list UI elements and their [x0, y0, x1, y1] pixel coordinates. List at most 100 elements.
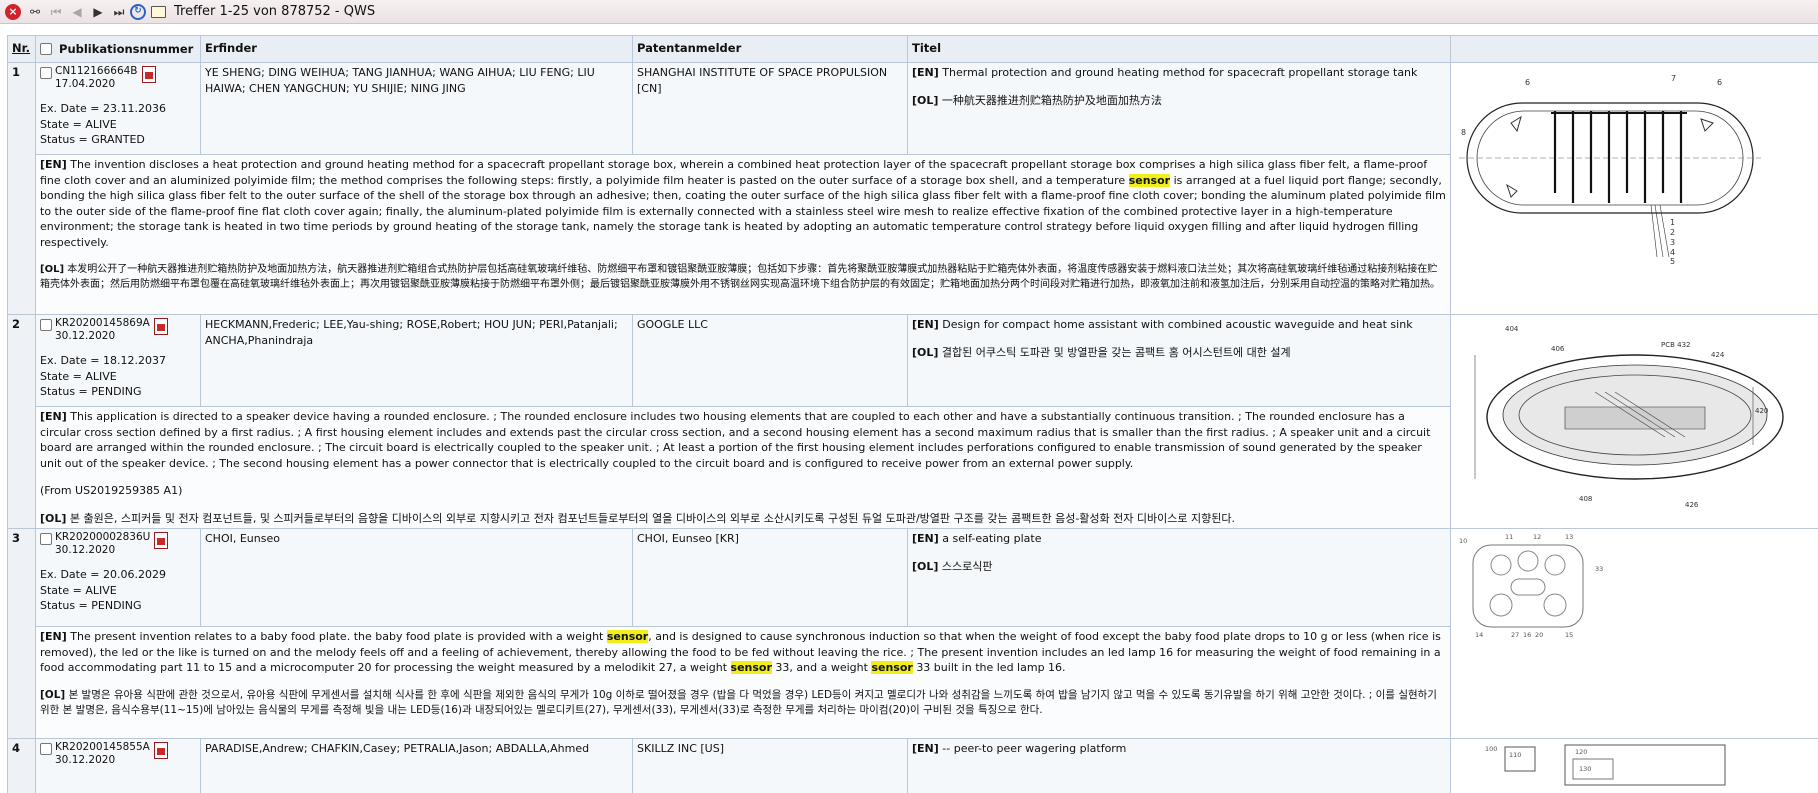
highlight-term: sensor [730, 661, 772, 674]
table-row[interactable]: 3 KR20200002836U 30.12.2020 Ex. Date = 2… [7, 528, 1818, 739]
abstract-source: (From US2019259385 A1) [40, 484, 183, 497]
drawing-label: 10 [1459, 537, 1467, 545]
column-header-applicant[interactable]: Patentanmelder [632, 35, 908, 63]
select-all-checkbox[interactable] [40, 42, 52, 55]
patent-drawing: 100 110 120 130 [1455, 741, 1775, 791]
drawing-label: 15 [1565, 631, 1573, 639]
row-number: 1 [7, 62, 36, 315]
drawing-label: 120 [1575, 748, 1587, 756]
drawing-label: 3 [1670, 238, 1675, 247]
expiry-date: Ex. Date = 20.06.2029 [40, 568, 166, 581]
legal-status: Status = PENDING [40, 599, 142, 612]
close-icon[interactable]: × [5, 3, 21, 20]
inventor-cell: PARADISE,Andrew; CHAFKIN,Casey; PETRALIA… [200, 738, 633, 793]
title-cell: [EN] a self-eating plate [OL] 스스로식판 [907, 528, 1451, 627]
drawing-cell[interactable]: 6 7 6 8 1 2 3 4 5 [1450, 62, 1818, 315]
drawing-cell[interactable]: 10 11 12 13 33 14 27 16 20 15 [1450, 528, 1818, 739]
drawing-cell[interactable]: 404 406 PCB 432 424 420 408 426 [1450, 314, 1818, 529]
results-grid: Nr. Publikationsnummer Erfinder Patentan… [7, 35, 1818, 793]
row-checkbox[interactable] [40, 533, 52, 545]
title-en: Design for compact home assistant with c… [942, 318, 1413, 331]
publication-number[interactable]: CN112166664B [55, 65, 138, 77]
legal-state: State = ALIVE [40, 369, 117, 383]
patent-drawing: 404 406 PCB 432 424 420 408 426 [1455, 317, 1805, 517]
publication-number[interactable]: KR20200145855A [55, 741, 150, 753]
abstract-cell: [EN] The present invention relates to a … [35, 626, 1451, 739]
drawing-label: 4 [1670, 248, 1675, 257]
row-number: 2 [7, 314, 36, 529]
drawing-label: 7 [1671, 74, 1676, 83]
drawing-label: 408 [1579, 495, 1592, 503]
publication-cell: KR20200145869A 30.12.2020 Ex. Date = 18.… [35, 314, 201, 407]
pdf-icon[interactable] [153, 318, 168, 335]
drawing-label: 424 [1711, 351, 1725, 359]
previous-page-icon[interactable]: ◀ [67, 2, 87, 22]
row-checkbox[interactable] [40, 67, 52, 79]
drawing-label: PCB 432 [1661, 341, 1691, 349]
applicant-cell: GOOGLE LLC [632, 314, 908, 407]
drawing-label: 100 [1485, 745, 1497, 753]
title-en: a self-eating plate [942, 532, 1042, 545]
column-header-inventor[interactable]: Erfinder [200, 35, 633, 63]
row-number: 3 [7, 528, 36, 739]
drawing-label: 8 [1461, 128, 1466, 137]
title-en: Thermal protection and ground heating me… [942, 66, 1418, 79]
publication-date: 30.12.2020 [55, 754, 116, 766]
drawing-label: 5 [1670, 257, 1675, 265]
pdf-icon[interactable] [154, 532, 169, 549]
drawing-label: 404 [1505, 325, 1519, 333]
binoculars-icon[interactable]: ⚯ [25, 2, 45, 22]
row-checkbox[interactable] [40, 319, 52, 331]
publication-number[interactable]: KR20200145869A [55, 317, 150, 329]
patent-drawing: 6 7 6 8 1 2 3 4 5 [1455, 65, 1765, 265]
publication-cell: KR20200002836U 30.12.2020 Ex. Date = 20.… [35, 528, 201, 627]
column-header-title[interactable]: Titel [907, 35, 1451, 63]
last-page-icon[interactable]: ⏭ [109, 2, 129, 22]
applicant-cell: CHOI, Eunseo [KR] [632, 528, 908, 627]
drawing-label: 1 [1670, 218, 1675, 227]
highlight-term: sensor [1128, 173, 1171, 187]
table-row[interactable]: 1 CN112166664B 17.04.2020 Ex. Date = 23.… [7, 62, 1818, 315]
inventor-cell: CHOI, Eunseo [200, 528, 633, 627]
drawing-label: 14 [1475, 631, 1483, 639]
drawing-label: 27 [1511, 631, 1519, 639]
applicant-cell: SHANGHAI INSTITUTE OF SPACE PROPULSION [… [632, 62, 908, 155]
title-bar: × ⚯ ⏮ ◀ ▶ ⏭ ↻ Treffer 1-25 von 878752 - … [0, 0, 1818, 24]
title-en: -- peer-to peer wagering platform [942, 742, 1127, 755]
title-ol: 스스로식판 [941, 559, 993, 573]
inventor-cell: YE SHENG; DING WEIHUA; TANG JIANHUA; WAN… [200, 62, 633, 155]
inventor-cell: HECKMANN,Frederic; LEE,Yau-shing; ROSE,R… [200, 314, 633, 407]
drawing-label: 12 [1533, 533, 1541, 541]
expiry-date: Ex. Date = 18.12.2037 [40, 354, 166, 367]
highlight-term: sensor [606, 630, 649, 643]
first-page-icon[interactable]: ⏮ [46, 2, 66, 22]
drawing-label: 11 [1505, 533, 1513, 541]
column-header-publication[interactable]: Publikationsnummer [35, 35, 201, 63]
publication-number[interactable]: KR20200002836U [55, 531, 150, 543]
pdf-icon[interactable] [153, 742, 168, 759]
drawing-label: 6 [1717, 78, 1722, 87]
folder-icon[interactable] [151, 5, 166, 18]
table-row[interactable]: 2 KR20200145869A 30.12.2020 Ex. Date = 1… [7, 314, 1818, 529]
window-title: Treffer 1-25 von 878752 - QWS [174, 4, 376, 19]
next-page-icon[interactable]: ▶ [88, 2, 108, 22]
publication-date: 17.04.2020 [55, 78, 116, 90]
patent-drawing: 10 11 12 13 33 14 27 16 20 15 [1455, 531, 1625, 641]
pdf-icon[interactable] [141, 66, 156, 83]
abstract-cell: [EN] This application is directed to a s… [35, 406, 1451, 529]
results-table: Nr. Publikationsnummer Erfinder Patentan… [7, 35, 1818, 793]
drawing-label: 16 [1523, 631, 1531, 639]
publication-date: 30.12.2020 [55, 544, 116, 556]
column-header-nr[interactable]: Nr. [7, 35, 36, 63]
refresh-icon[interactable]: ↻ [130, 3, 146, 20]
legal-state: State = ALIVE [40, 117, 117, 131]
drawing-label: 426 [1685, 501, 1699, 509]
row-checkbox[interactable] [40, 743, 52, 755]
drawing-cell[interactable]: 100 110 120 130 [1450, 738, 1818, 793]
drawing-label: 33 [1595, 565, 1603, 573]
row-number: 4 [7, 738, 36, 793]
drawing-label: 20 [1535, 631, 1543, 639]
drawing-label: 130 [1579, 765, 1591, 773]
table-row[interactable]: 4 KR20200145855A 30.12.2020 PARADISE,And… [7, 738, 1818, 793]
drawing-label: 420 [1755, 407, 1768, 415]
